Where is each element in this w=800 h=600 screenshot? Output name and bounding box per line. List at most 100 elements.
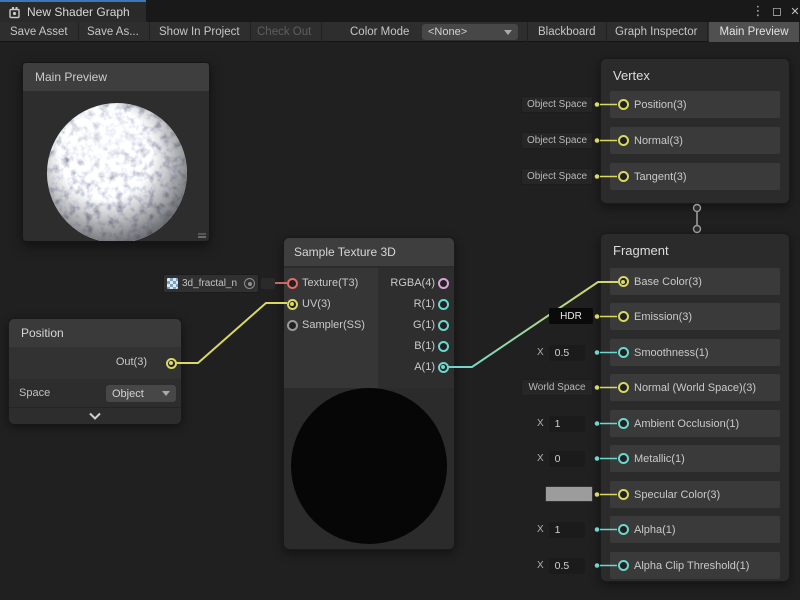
toolbar: Save Asset Save As... Show In Project Ch…: [0, 22, 800, 42]
smoothness-field[interactable]: X 0.5: [537, 344, 585, 361]
x-label: X: [537, 453, 544, 464]
maximize-icon[interactable]: ◻: [768, 0, 786, 22]
x-label: X: [537, 418, 544, 429]
vertex-row-normal: Normal(3): [610, 127, 780, 154]
normal-ws-port[interactable]: [618, 382, 629, 393]
base-color-port[interactable]: [618, 276, 629, 287]
fragment-row-emission: Emission(3): [610, 303, 780, 330]
rgba-port[interactable]: [438, 278, 449, 289]
smoothness-port[interactable]: [618, 347, 629, 358]
port-label: Emission(3): [634, 311, 692, 323]
color-mode-dropdown[interactable]: <None>: [422, 24, 518, 40]
space-value: Object: [112, 388, 144, 400]
color-swatch: [546, 487, 592, 501]
port-label: RGBA(4): [355, 276, 435, 290]
sampler-port[interactable]: [287, 320, 298, 331]
object-picker-icon[interactable]: [244, 278, 255, 289]
ambient-occlusion-field[interactable]: X 1: [537, 415, 585, 432]
port-label: Alpha(1): [634, 524, 676, 536]
fragment-row-normal-ws: Normal (World Space)(3): [610, 374, 780, 401]
fragment-row-alpha: Alpha(1): [610, 516, 780, 543]
smoothness-value[interactable]: 0.5: [549, 345, 585, 361]
blackboard-button[interactable]: Blackboard: [527, 22, 607, 42]
fragment-row-ambient-occlusion: Ambient Occlusion(1): [610, 410, 780, 437]
graph-inspector-button[interactable]: Graph Inspector: [605, 22, 708, 42]
main-preview-button[interactable]: Main Preview: [709, 22, 800, 42]
r-port[interactable]: [438, 299, 449, 310]
show-in-project-button[interactable]: Show In Project: [149, 22, 251, 42]
metallic-field[interactable]: X 0: [537, 450, 585, 467]
kebab-menu-icon[interactable]: ⋮: [749, 0, 767, 22]
metallic-port[interactable]: [618, 453, 629, 464]
preview-sphere[interactable]: [47, 103, 187, 242]
alpha-field[interactable]: X 1: [537, 521, 585, 538]
port-label: Position(3): [634, 99, 687, 111]
alpha-clip-field[interactable]: X 0.5: [537, 557, 585, 574]
vertex-row-position: Position(3): [610, 91, 780, 118]
save-as-button[interactable]: Save As...: [77, 22, 150, 42]
b-port[interactable]: [438, 341, 449, 352]
a-port[interactable]: [438, 362, 449, 373]
alpha-port[interactable]: [618, 524, 629, 535]
vertex-normal-port[interactable]: [618, 135, 629, 146]
x-label: X: [537, 524, 544, 535]
tab-new-shader-graph[interactable]: New Shader Graph: [0, 0, 146, 22]
vertex-tangent-port[interactable]: [618, 171, 629, 182]
tangent-space-binding: Object Space: [521, 168, 593, 185]
normal-ws-binding: World Space: [521, 379, 593, 396]
shader-graph-window: New Shader Graph ⋮ ◻ ✕ Save Asset Save A…: [0, 0, 800, 600]
save-asset-button[interactable]: Save Asset: [0, 22, 79, 42]
alpha-clip-port[interactable]: [618, 560, 629, 571]
texture-object-field[interactable]: 3d_fractal_n: [163, 274, 259, 293]
position-node-title: Position: [21, 326, 64, 340]
main-preview-title: Main Preview: [35, 70, 107, 84]
port-label: Ambient Occlusion(1): [634, 418, 739, 430]
port-label: Metallic(1): [634, 453, 685, 465]
metallic-value[interactable]: 0: [549, 451, 585, 467]
texture-t3-port[interactable]: [287, 278, 298, 289]
collapse-toggle[interactable]: [9, 407, 181, 424]
port-label: Base Color(3): [634, 276, 702, 288]
ambient-occlusion-port[interactable]: [618, 418, 629, 429]
port-label: B(1): [355, 339, 435, 353]
resize-handle[interactable]: [198, 233, 206, 238]
check-out-button[interactable]: Check Out: [247, 22, 322, 42]
position-out-port[interactable]: [166, 358, 177, 369]
alpha-clip-value[interactable]: 0.5: [549, 558, 585, 574]
position-node[interactable]: Position Out(3) Space Object: [8, 318, 182, 424]
ambient-occlusion-value[interactable]: 1: [549, 416, 585, 432]
g-port[interactable]: [438, 320, 449, 331]
main-preview-header[interactable]: Main Preview: [23, 63, 209, 91]
specular-color-swatch[interactable]: [545, 486, 593, 502]
port-label: Normal (World Space)(3): [634, 382, 756, 394]
port-label: Alpha Clip Threshold(1): [634, 560, 749, 572]
position-node-header[interactable]: Position: [9, 319, 181, 347]
position-space-row: Space Object: [9, 379, 181, 407]
chevron-down-icon: [162, 391, 170, 396]
port-label: Smoothness(1): [634, 347, 709, 359]
fragment-row-specular-color: Specular Color(3): [610, 481, 780, 508]
vertex-position-port[interactable]: [618, 99, 629, 110]
fragment-row-base-color: Base Color(3): [610, 268, 780, 295]
fragment-row-alpha-clip: Alpha Clip Threshold(1): [610, 552, 780, 579]
space-dropdown[interactable]: Object: [106, 385, 176, 402]
specular-color-port[interactable]: [618, 489, 629, 500]
port-label: A(1): [355, 360, 435, 374]
uv-port[interactable]: [287, 299, 298, 310]
texture-port-connector: [261, 278, 275, 289]
normal-space-binding: Object Space: [521, 132, 593, 149]
position-out-row: Out(3): [9, 347, 181, 379]
sample-texture-header[interactable]: Sample Texture 3D: [284, 238, 454, 266]
texture-name: 3d_fractal_n: [182, 278, 240, 289]
color-mode-value: <None>: [428, 26, 467, 38]
x-label: X: [537, 347, 544, 358]
close-icon[interactable]: ✕: [786, 0, 800, 22]
space-label: Space: [19, 387, 50, 399]
port-label: R(1): [355, 297, 435, 311]
node-preview-sphere: [291, 388, 447, 544]
port-label: Texture(T3): [302, 276, 358, 290]
port-label: Normal(3): [634, 135, 683, 147]
alpha-value[interactable]: 1: [549, 522, 585, 538]
emission-port[interactable]: [618, 311, 629, 322]
emission-hdr-swatch[interactable]: HDR: [549, 308, 593, 324]
